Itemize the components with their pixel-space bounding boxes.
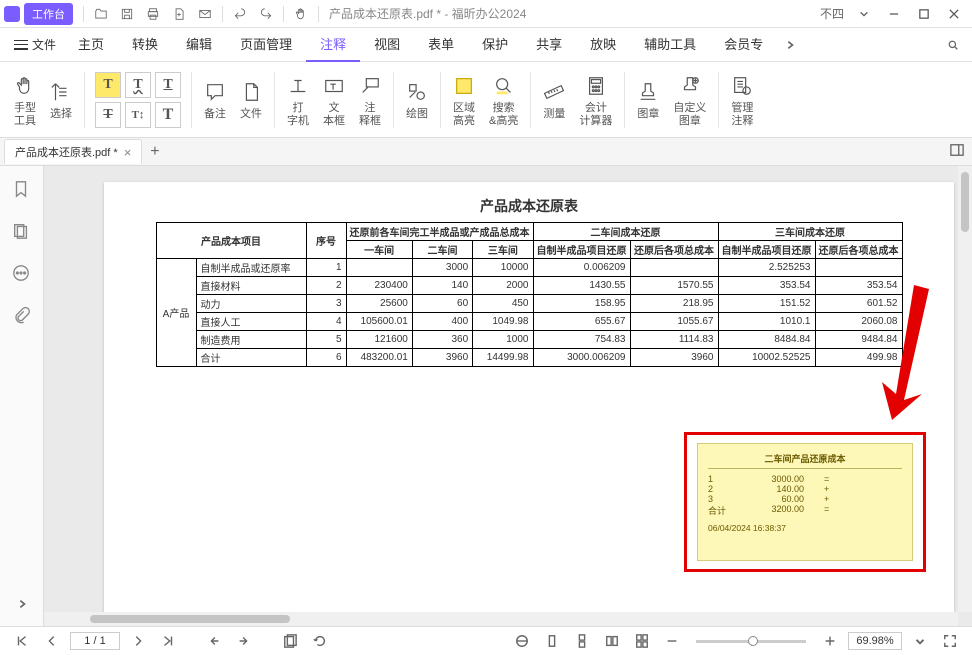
zoom-slider[interactable] [696, 640, 806, 643]
tab-edit[interactable]: 编辑 [172, 28, 226, 62]
close-tab-icon[interactable]: × [124, 146, 132, 159]
user-name[interactable]: 不四 [820, 5, 844, 22]
tab-annotate[interactable]: 注释 [306, 28, 360, 62]
document-tab[interactable]: 产品成本还原表.pdf * × [4, 139, 142, 164]
table-title: 产品成本还原表 [104, 182, 954, 222]
tab-form[interactable]: 表单 [414, 28, 468, 62]
cost-table: 产品成本项目 序号 还原前各车间完工半成品或产成品总成本 二车间成本还原 三车间… [156, 222, 903, 367]
fit-page-button[interactable] [510, 631, 534, 651]
sticky-note[interactable]: 二车间产品还原成本 13000.00=2140.00+360.00+合计3200… [697, 443, 913, 561]
add-tab-button[interactable]: + [150, 143, 159, 161]
tab-member[interactable]: 会员专 [710, 28, 777, 62]
undo-icon[interactable] [229, 3, 251, 25]
tab-present[interactable]: 放映 [576, 28, 630, 62]
maximize-button[interactable] [910, 3, 938, 25]
tab-convert[interactable]: 转换 [118, 28, 172, 62]
callout-button[interactable]: 注 释框 [353, 68, 387, 132]
search-icon[interactable] [943, 35, 963, 55]
tab-protect[interactable]: 保护 [468, 28, 522, 62]
zoom-in-button[interactable] [818, 631, 842, 651]
tab-tools[interactable]: 辅助工具 [630, 28, 710, 62]
tabs-next-icon[interactable] [780, 35, 800, 55]
open-icon[interactable] [90, 3, 112, 25]
email-icon[interactable] [194, 3, 216, 25]
stamp-button[interactable]: 图章 [631, 68, 665, 132]
zoom-out-button[interactable] [660, 631, 684, 651]
fullscreen-button[interactable] [938, 631, 962, 651]
zoom-dropdown[interactable] [908, 631, 932, 651]
redo-icon[interactable] [255, 3, 277, 25]
comments-icon[interactable] [12, 264, 32, 284]
document-tabs: 产品成本还原表.pdf * × + [0, 138, 972, 166]
manage-annotations-button[interactable]: 管理 注释 [725, 68, 759, 132]
main-area: 产品成本还原表 产品成本项目 序号 还原前各车间完工半成品或产成品总成本 二车间… [0, 166, 972, 626]
hand-tool-button[interactable]: 手型 工具 [8, 68, 42, 132]
hamburger-icon [14, 40, 28, 50]
text-styles: T T T T T↕ T [91, 68, 185, 132]
pages-icon[interactable] [12, 222, 32, 242]
continuous-facing-button[interactable] [630, 631, 654, 651]
underline-tool[interactable]: T [155, 72, 181, 98]
prev-page-button[interactable] [40, 631, 64, 651]
note-button[interactable]: 备注 [198, 68, 232, 132]
close-button[interactable] [940, 3, 968, 25]
pdf-page: 产品成本还原表 产品成本项目 序号 还原前各车间完工半成品或产成品总成本 二车间… [104, 182, 954, 612]
page-number-input[interactable]: 1 / 1 [70, 632, 120, 650]
statusbar: 1 / 1 69.98% [0, 626, 972, 655]
insert-tool[interactable]: T [155, 102, 181, 128]
replace-tool[interactable]: T↕ [125, 102, 151, 128]
menubar: 文件 主页 转换 编辑 页面管理 注释 视图 表单 保护 共享 放映 辅助工具 … [0, 28, 972, 62]
tab-view[interactable]: 视图 [360, 28, 414, 62]
thumbnail-view-button[interactable] [278, 631, 302, 651]
measure-button[interactable]: 测量 [537, 68, 571, 132]
left-sidebar [0, 166, 44, 626]
ribbon: 手型 工具 选择 T T T T T↕ T 备注 文件 打 字机 文 本框 注 … [0, 62, 972, 138]
workspace-button[interactable]: 工作台 [24, 3, 73, 25]
bookmark-icon[interactable] [12, 180, 32, 200]
dropdown-icon[interactable] [850, 3, 878, 25]
continuous-button[interactable] [570, 631, 594, 651]
save-icon[interactable] [116, 3, 138, 25]
single-page-button[interactable] [540, 631, 564, 651]
app-logo [4, 6, 20, 22]
strikeout-tool[interactable]: T [95, 102, 121, 128]
sticky-note-highlight: 二车间产品还原成本 13000.00=2140.00+360.00+合计3200… [684, 432, 926, 572]
select-tool-button[interactable]: 选择 [44, 68, 78, 132]
hand-icon[interactable] [290, 3, 312, 25]
zoom-value[interactable]: 69.98% [848, 632, 902, 650]
file-attach-button[interactable]: 文件 [234, 68, 268, 132]
squiggly-tool[interactable]: T [125, 72, 151, 98]
horizontal-scrollbar[interactable] [44, 612, 958, 626]
document-title: 产品成本还原表.pdf * - 福昕办公2024 [329, 5, 820, 22]
attachment-icon[interactable] [12, 306, 32, 326]
rotate-button[interactable] [308, 631, 332, 651]
tab-home[interactable]: 主页 [64, 28, 118, 62]
textbox-button[interactable]: 文 本框 [317, 68, 351, 132]
back-view-button[interactable] [202, 631, 226, 651]
side-panel-toggle[interactable] [950, 143, 968, 161]
new-page-icon[interactable] [168, 3, 190, 25]
tab-page[interactable]: 页面管理 [226, 28, 306, 62]
print-icon[interactable] [142, 3, 164, 25]
first-page-button[interactable] [10, 631, 34, 651]
search-highlight-button[interactable]: 搜索 &高亮 [483, 68, 524, 132]
next-page-button[interactable] [126, 631, 150, 651]
expand-sidebar-icon[interactable] [17, 598, 27, 612]
highlight-tool[interactable]: T [95, 72, 121, 98]
file-menu[interactable]: 文件 [6, 36, 64, 53]
custom-stamp-button[interactable]: 自定义 图章 [667, 68, 712, 132]
area-highlight-button[interactable]: 区域 高亮 [447, 68, 481, 132]
last-page-button[interactable] [156, 631, 180, 651]
calculator-button[interactable]: 会计 计算器 [573, 68, 618, 132]
titlebar: 工作台 产品成本还原表.pdf * - 福昕办公2024 不四 [0, 0, 972, 28]
vertical-scrollbar[interactable] [958, 166, 972, 612]
typewriter-button[interactable]: 打 字机 [281, 68, 315, 132]
facing-button[interactable] [600, 631, 624, 651]
document-canvas[interactable]: 产品成本还原表 产品成本项目 序号 还原前各车间完工半成品或产成品总成本 二车间… [44, 166, 972, 626]
minimize-button[interactable] [880, 3, 908, 25]
drawing-button[interactable]: 绘图 [400, 68, 434, 132]
tab-share[interactable]: 共享 [522, 28, 576, 62]
forward-view-button[interactable] [232, 631, 256, 651]
